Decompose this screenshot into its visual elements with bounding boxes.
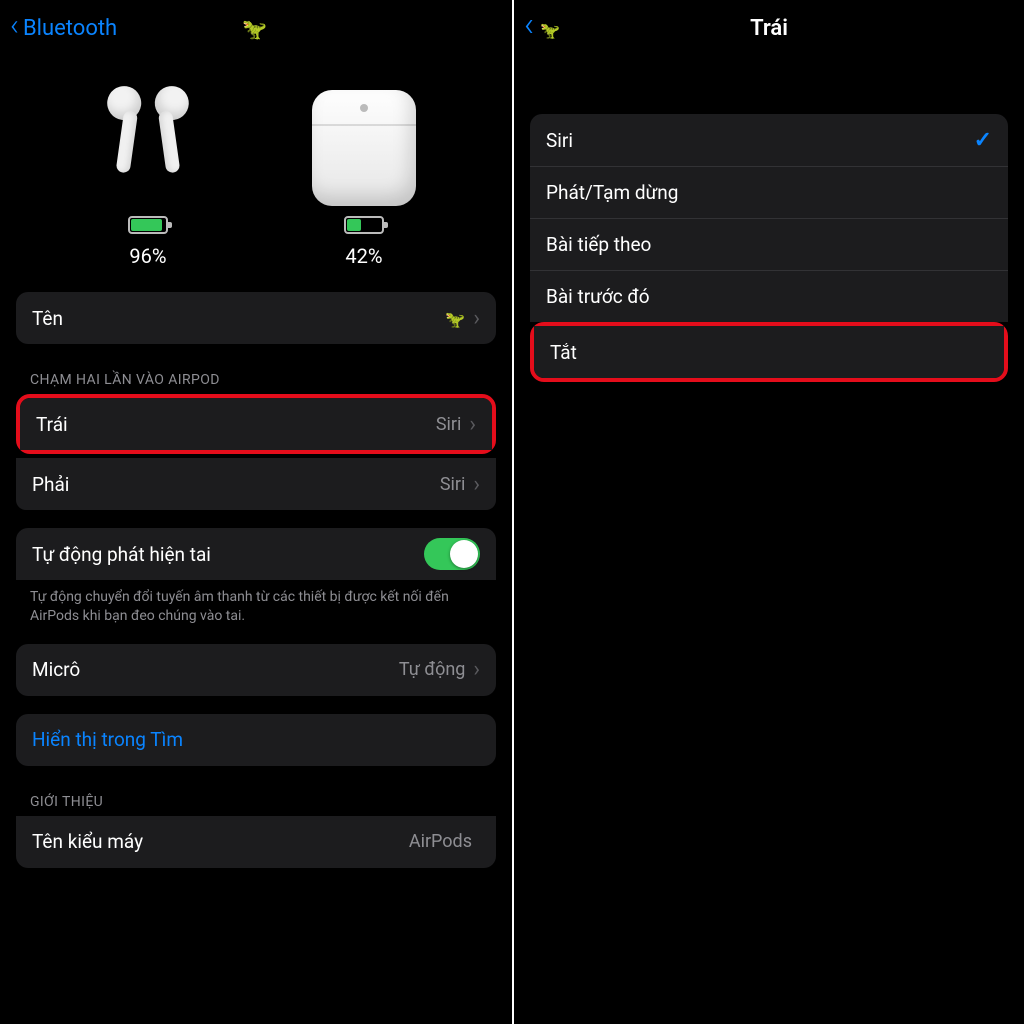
findmy-label: Hiển thị trong Tìm [32,728,480,751]
ear-detect-toggle[interactable] [424,538,480,570]
airpods-battery-pct: 96% [129,244,166,268]
back-button[interactable]: ‹ Bluetooth [10,15,117,41]
doubletap-left-value: Siri [436,414,462,435]
nav-bar: ‹ Trái [514,0,1024,56]
doubletap-right-label: Phải [32,473,440,496]
mic-group: Micrô Tự động › [16,644,496,696]
option-prev-track[interactable]: Bài trước đó [530,270,1008,322]
option-label: Bài trước đó [546,285,992,308]
highlight-off-option: Tắt [530,322,1008,382]
findmy-row[interactable]: Hiển thị trong Tìm [16,714,496,766]
chevron-right-icon: › [473,472,480,497]
device-name-value-icon [445,307,473,329]
name-label: Tên [32,307,445,330]
name-row[interactable]: Tên › [16,292,496,344]
doubletap-left-label: Trái [36,413,436,436]
mic-label: Micrô [32,658,399,681]
doubletap-group: CHẠM HAI LẦN VÀO AIRPOD Trái Siri › Phải… [16,362,496,510]
chevron-right-icon: › [473,306,480,331]
option-off[interactable]: Tắt [534,326,1004,378]
airpods-column: 96% [58,86,238,268]
ear-detect-group: Tự động phát hiện tai Tự động chuyển đổi… [16,528,496,626]
model-row[interactable]: Tên kiểu máy AirPods [16,816,496,868]
back-label: Bluetooth [23,16,117,41]
option-siri[interactable]: Siri ✓ [530,114,1008,166]
about-group: GIỚI THIỆU Tên kiểu máy AirPods [16,784,496,868]
name-group: Tên › [16,292,496,344]
doubletap-left-row[interactable]: Trái Siri › [20,398,492,450]
option-label: Tắt [550,341,988,364]
left-action-picker-pane: ‹ Trái Siri ✓ Phát/Tạm dừng Bài tiếp the… [512,0,1024,1024]
option-label: Phát/Tạm dừng [546,181,992,204]
findmy-group: Hiển thị trong Tìm [16,714,496,766]
option-label: Siri [546,129,974,152]
ear-detect-row[interactable]: Tự động phát hiện tai [16,528,496,580]
chevron-right-icon: › [469,412,476,437]
device-name-icon [242,17,270,39]
ear-detect-label: Tự động phát hiện tai [32,543,424,566]
option-label: Bài tiếp theo [546,233,992,256]
airpods-hero: 96% 42% [0,56,512,274]
doubletap-right-row[interactable]: Phải Siri › [16,458,496,510]
chevron-right-icon: › [473,657,480,682]
case-column: 42% [274,86,454,268]
doubletap-header: CHẠM HAI LẦN VÀO AIRPOD [16,362,496,394]
airpods-battery [128,216,168,234]
model-value: AirPods [409,831,472,852]
about-header: GIỚI THIỆU [16,784,496,816]
airpods-battery-fill [131,219,162,231]
doubletap-right-value: Siri [440,474,466,495]
ear-detect-footer: Tự động chuyển đổi tuyến âm thanh từ các… [16,580,496,626]
nav-bar: ‹ Bluetooth [0,0,512,56]
option-next-track[interactable]: Bài tiếp theo [530,218,1008,270]
highlight-left-row: Trái Siri › [16,394,496,454]
option-play-pause[interactable]: Phát/Tạm dừng [530,166,1008,218]
checkmark-icon: ✓ [974,128,992,153]
airpods-image [88,86,208,206]
mic-row[interactable]: Micrô Tự động › [16,644,496,696]
page-title: Trái [514,16,1024,41]
chevron-left-icon: ‹ [10,11,19,41]
case-battery-fill [347,219,361,231]
model-label: Tên kiểu máy [32,830,409,853]
case-battery [344,216,384,234]
airpods-case-image [312,90,416,206]
settings-airpods-pane: ‹ Bluetooth 96% 42% Tên › [0,0,512,1024]
action-options-group: Siri ✓ Phát/Tạm dừng Bài tiếp theo Bài t… [530,114,1008,382]
mic-value: Tự động [399,659,466,680]
case-battery-pct: 42% [345,244,382,268]
